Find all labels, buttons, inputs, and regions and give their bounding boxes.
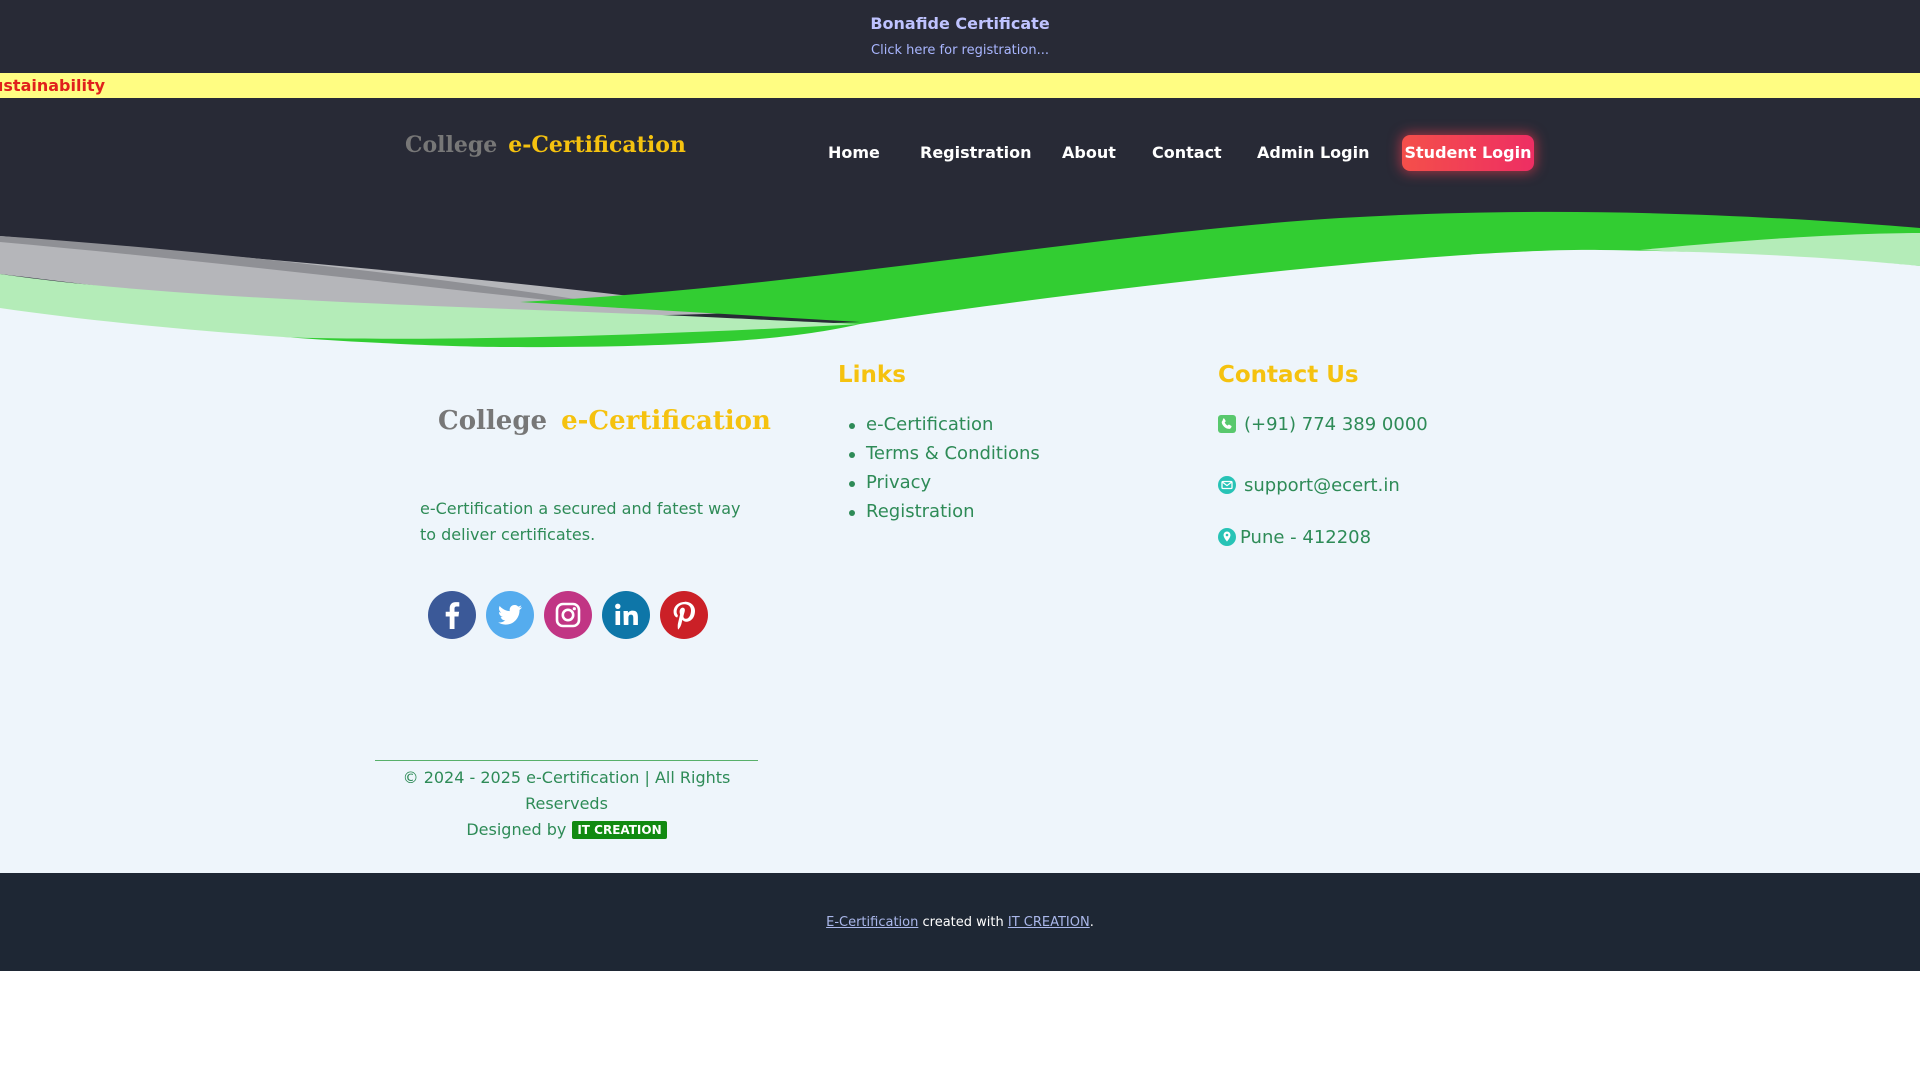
contact-location-text: Pune - 412208 [1240, 527, 1372, 548]
contact-heading: Contact Us [1218, 362, 1359, 388]
mail-icon [1218, 476, 1236, 494]
site-credit-link[interactable]: E-Certification [826, 915, 918, 930]
contact-phone[interactable]: (+91) 774 389 0000 [1218, 414, 1428, 435]
bottom-bar: E-Certification created with IT CREATION… [0, 873, 1920, 971]
location-icon [1218, 528, 1236, 546]
creator-credit-link[interactable]: IT CREATION [1008, 915, 1090, 930]
contact-location: Pune - 412208 [1218, 527, 1371, 548]
linkedin-icon[interactable] [602, 591, 650, 639]
designer-badge[interactable]: IT CREATION [572, 821, 667, 839]
announcement-title: Bonafide Certificate [870, 14, 1050, 33]
footer-logo-college-text: College [438, 406, 548, 436]
designed-by-label: Designed by [466, 820, 567, 839]
nav-about[interactable]: About [1062, 143, 1116, 162]
contact-email-text: support@ecert.in [1244, 475, 1400, 496]
created-with-text: created with [922, 915, 1004, 930]
links-heading: Links [838, 362, 906, 388]
designed-by-line: Designed by IT CREATION [375, 817, 758, 843]
news-marquee: ustainability [0, 73, 1920, 98]
facebook-icon[interactable] [428, 591, 476, 639]
logo-ecert-text: e-Certification [508, 132, 686, 158]
footer-logo-ecert-text: e-Certification [561, 406, 771, 436]
credits-line: E-Certification created with IT CREATION… [0, 915, 1920, 930]
contact-email[interactable]: support@ecert.in [1218, 475, 1400, 496]
credits-period: . [1089, 915, 1094, 930]
marquee-text: ustainability [0, 76, 106, 95]
nav-admin-login[interactable]: Admin Login [1257, 143, 1369, 162]
phone-icon [1218, 415, 1236, 433]
pinterest-icon[interactable] [660, 591, 708, 639]
footer: College e-Certification e-Certification a… [0, 348, 1920, 873]
footer-link-registration[interactable]: Registration [849, 501, 1040, 530]
footer-links-list: e-Certification Terms & Conditions Priva… [849, 414, 1040, 530]
student-login-button[interactable]: Student Login [1402, 135, 1534, 171]
twitter-icon[interactable] [486, 591, 534, 639]
instagram-icon[interactable] [544, 591, 592, 639]
footer-about-text: e-Certification a secured and fatest way… [420, 499, 741, 544]
footer-link-privacy[interactable]: Privacy [849, 472, 1040, 501]
header-logo[interactable]: College e-Certification [405, 132, 686, 158]
copyright-text: © 2024 - 2025 e-Certification | All Righ… [402, 768, 731, 813]
footer-logo[interactable]: College e-Certification [438, 406, 771, 436]
contact-phone-text: (+91) 774 389 0000 [1244, 414, 1428, 435]
header-wave [0, 98, 1920, 348]
nav-contact[interactable]: Contact [1152, 143, 1222, 162]
copyright-block: © 2024 - 2025 e-Certification | All Righ… [375, 760, 758, 843]
footer-link-terms[interactable]: Terms & Conditions [849, 443, 1040, 472]
nav-home[interactable]: Home [828, 143, 880, 162]
logo-college-text: College [405, 132, 498, 158]
site-header: College e-Certification Home Registration… [0, 98, 1920, 348]
footer-link-e-certification[interactable]: e-Certification [849, 414, 1040, 443]
announcement-bar: Bonafide Certificate Click here for regi… [0, 0, 1920, 73]
registration-link[interactable]: Click here for registration... [0, 43, 1920, 58]
nav-registration[interactable]: Registration [920, 143, 1031, 162]
